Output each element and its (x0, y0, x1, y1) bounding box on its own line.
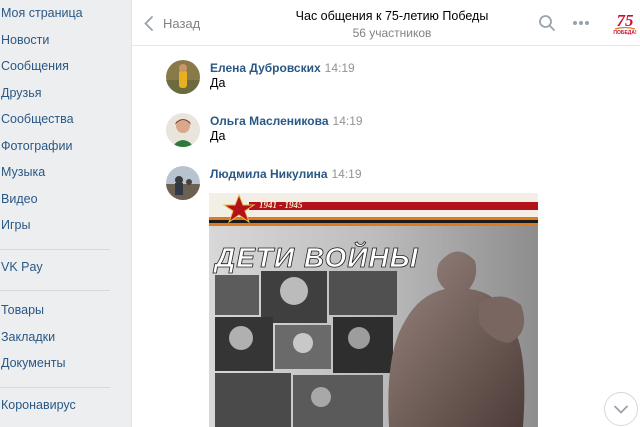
message-image-attachment[interactable]: 1941 - 1945 ДЕТИ ВОЙНЫ (209, 193, 538, 427)
message-time[interactable]: 14:19 (333, 114, 363, 128)
sidebar-item[interactable]: Сообщения (0, 53, 112, 80)
sidebar-item[interactable]: Фотографии (0, 133, 112, 160)
sidebar-item[interactable]: Новости (0, 27, 112, 54)
sidebar-item[interactable]: Видео (0, 186, 112, 213)
search-icon[interactable] (537, 13, 557, 33)
sidebar-tertiary-menu: Коронавирус (0, 392, 112, 419)
left-sidebar: Моя страница Новости Сообщения Друзья Сообще… (0, 0, 112, 427)
sidebar-divider (0, 248, 110, 250)
author-name[interactable]: Людмила Никулина (210, 167, 328, 181)
chevron-down-icon (614, 405, 628, 414)
sidebar-item[interactable]: Друзья (0, 80, 112, 107)
message-text: Да (210, 76, 226, 90)
sidebar-secondary-menu: Товары Закладки Документы (0, 297, 112, 377)
sidebar-item[interactable]: Игры (0, 212, 112, 239)
author-name[interactable]: Елена Дубровских (210, 61, 321, 75)
sidebar-divider (0, 290, 110, 291)
sidebar-item[interactable]: Сообщества (0, 106, 112, 133)
sidebar-divider (0, 386, 110, 388)
chevron-left-icon (144, 15, 153, 31)
author-name[interactable]: Ольга Масленикова (210, 114, 329, 128)
scroll-down-button[interactable] (604, 392, 638, 426)
message-author[interactable]: Ольга Масленикова 14:19 (210, 114, 363, 128)
sidebar-item[interactable]: Закладки (0, 324, 112, 351)
back-button[interactable]: Назад (144, 12, 200, 34)
avatar[interactable] (166, 166, 200, 200)
sidebar-item[interactable]: Товары (0, 297, 112, 324)
chat-title[interactable]: Час общения к 75-летию Победы (262, 9, 522, 23)
poster-years: 1941 - 1945 (259, 200, 303, 210)
message-time[interactable]: 14:19 (332, 167, 362, 181)
back-label: Назад (163, 15, 201, 31)
chat-header: Назад Час общения к 75-летию Победы 56 у… (132, 0, 640, 46)
message-author[interactable]: Елена Дубровских 14:19 (210, 61, 355, 75)
avatar[interactable] (166, 113, 200, 147)
sidebar-item[interactable]: Моя страница (0, 0, 112, 27)
chat-avatar-75-logo[interactable]: 75 ПОБЕДА! (612, 9, 638, 37)
message-author[interactable]: Людмила Никулина 14:19 (210, 167, 362, 181)
message-text: Да (210, 129, 226, 143)
sidebar-main-menu: Моя страница Новости Сообщения Друзья Сообще… (0, 0, 112, 239)
sidebar-item[interactable]: Коронавирус (0, 392, 112, 419)
members-count[interactable]: 56 участников (262, 26, 522, 40)
poster-title: ДЕТИ ВОЙНЫ (213, 241, 419, 273)
avatar[interactable] (166, 60, 200, 94)
message-time[interactable]: 14:19 (325, 61, 355, 75)
more-icon[interactable] (571, 13, 591, 33)
sidebar-item-vk-pay[interactable]: VK Pay (0, 254, 112, 281)
sidebar-item[interactable]: Музыка (0, 159, 112, 186)
logo-caption: ПОБЕДА! (613, 30, 637, 36)
sidebar-item[interactable]: Документы (0, 350, 112, 377)
